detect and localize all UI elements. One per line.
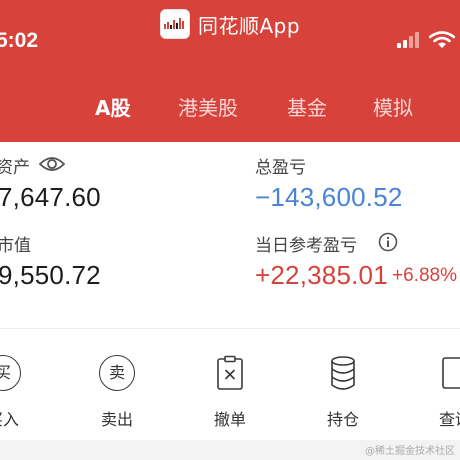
daily-pnl-percent: +6.88%: [392, 265, 457, 286]
sell-label: 卖出: [100, 410, 133, 429]
market-value-label: 市值: [0, 236, 31, 256]
positions-label: 持仓: [326, 410, 359, 429]
tab-hk-us-stocks[interactable]: 港美股: [178, 92, 238, 121]
app-logo-icon: [159, 9, 190, 39]
trade-actions-bar: 买 买入 卖 卖出 撤单 持仓: [0, 329, 460, 440]
query-icon: [442, 357, 460, 389]
status-time: 5:02: [0, 29, 39, 52]
buy-label: 买入: [0, 410, 19, 429]
positions-icon: [331, 356, 355, 390]
app-name: 同花顺App: [197, 13, 301, 38]
buy-button[interactable]: 买 买入: [0, 329, 48, 440]
cancel-order-label: 撤单: [213, 410, 246, 429]
eye-icon[interactable]: [38, 154, 66, 174]
info-icon[interactable]: [378, 232, 398, 252]
sell-icon: 卖: [99, 355, 135, 391]
total-assets-label: 资产: [0, 158, 30, 178]
tab-simulation[interactable]: 模拟: [373, 92, 413, 121]
tab-a-shares[interactable]: A股: [95, 92, 130, 121]
tab-funds[interactable]: 基金: [287, 92, 327, 121]
query-button[interactable]: 查询: [410, 329, 460, 440]
app-title-bar: 同花顺App: [0, 7, 460, 41]
cellular-signal-icon: [397, 32, 419, 48]
cancel-order-button[interactable]: 撤单: [185, 329, 275, 440]
app-header: 同花顺App 5:02 A股 港美股 基金 模拟: [0, 0, 460, 142]
wifi-icon: [429, 31, 455, 48]
market-tabs: A股 港美股 基金 模拟: [0, 92, 460, 126]
watermark: @稀土掘金技术社区: [365, 446, 455, 457]
daily-pnl-label: 当日参考盈亏: [255, 236, 357, 256]
market-value-value: 9,550.72: [0, 260, 101, 290]
total-pnl-value: −143,600.52: [255, 182, 403, 212]
total-pnl-label: 总盈亏: [255, 158, 306, 178]
query-label: 查询: [438, 410, 460, 429]
total-assets-value: 7,647.60: [0, 182, 101, 212]
positions-button[interactable]: 持仓: [298, 329, 388, 440]
cancel-order-icon: [217, 355, 243, 390]
account-summary: 资产 7,647.60 市值 9,550.72 总盈亏 −143,600.52 …: [0, 142, 460, 328]
buy-icon: 买: [0, 355, 21, 391]
daily-pnl-value: +22,385.01: [255, 260, 388, 290]
sell-button[interactable]: 卖 卖出: [72, 329, 162, 440]
